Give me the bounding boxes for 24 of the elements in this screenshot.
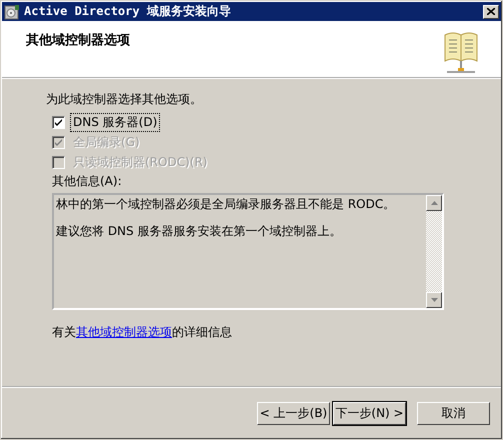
- scroll-down-button[interactable]: [426, 292, 442, 308]
- info-paragraph: 建议您将 DNS 服务器服务安装在第一个域控制器上。: [56, 223, 342, 240]
- info-paragraph: 林中的第一个域控制器必须是全局编录服务器且不能是 RODC。: [56, 196, 396, 213]
- options-link[interactable]: 其他域控制器选项: [76, 325, 172, 339]
- window-title: Active Directory 域服务安装向导: [24, 3, 232, 20]
- wizard-button[interactable]: 取消: [417, 402, 490, 424]
- checkmark-icon: [54, 138, 63, 146]
- scroll-up-button[interactable]: [426, 195, 442, 211]
- app-icon: [4, 4, 20, 20]
- info-textbox[interactable]: 林中的第一个域控制器必须是全局编录服务器且不能是 RODC。 建议您将 DNS 服务器服务安装在第一个域控制器上。: [52, 193, 444, 310]
- more-info-text: 有关其他域控制器选项的详细信息: [52, 324, 233, 341]
- checkbox-label: DNS 服务器(D): [70, 112, 160, 132]
- close-icon: [487, 8, 495, 15]
- instruction-text: 为此域控制器选择其他选项。: [46, 91, 203, 108]
- checkbox[interactable]: [52, 116, 65, 128]
- page-heading: 其他域控制器选项: [26, 32, 130, 50]
- up-arrow-icon: [430, 201, 438, 205]
- wizard-button[interactable]: 下一步(N) >: [333, 402, 406, 424]
- scrollbar[interactable]: [426, 195, 442, 308]
- close-button[interactable]: [483, 4, 499, 18]
- checkmark-icon: [54, 118, 63, 126]
- down-arrow-icon: [430, 298, 438, 302]
- wizard-button[interactable]: < 上一步(B): [257, 402, 330, 424]
- info-label: 其他信息(A):: [52, 173, 123, 190]
